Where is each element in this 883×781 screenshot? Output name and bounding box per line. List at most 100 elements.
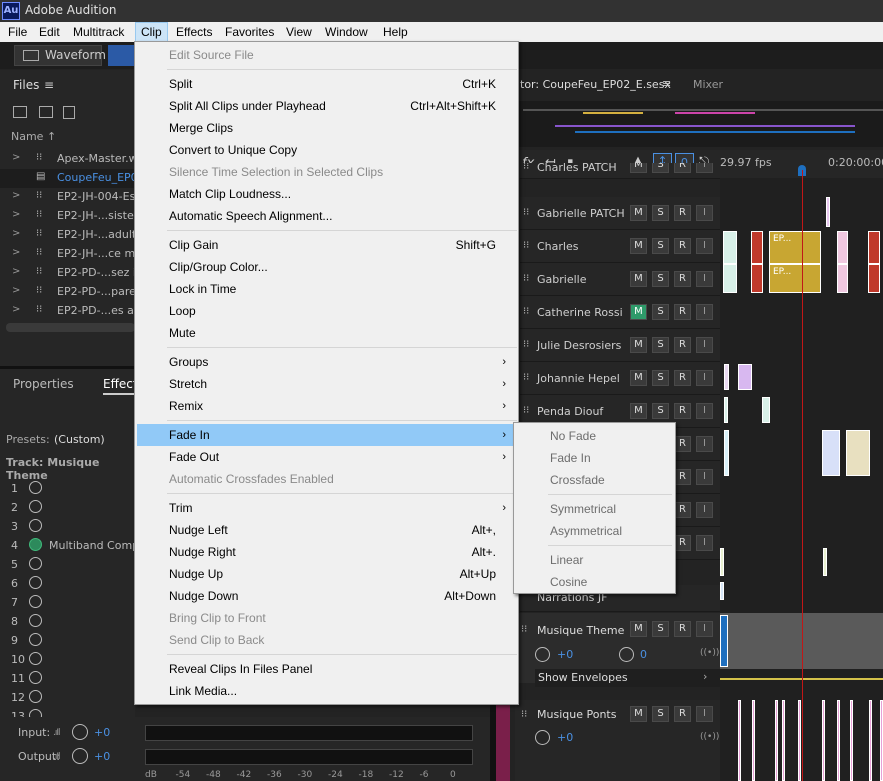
- record-button[interactable]: R: [674, 205, 691, 221]
- menu-item-edit-source-file[interactable]: Edit Source File: [137, 44, 516, 66]
- menu-item-nudge-right[interactable]: Nudge Right Alt+.: [137, 541, 516, 563]
- menu-item-split-all-clips-under-playhead[interactable]: Split All Clips under Playhead Ctrl+Alt+S…: [137, 95, 516, 117]
- power-icon[interactable]: [29, 481, 42, 494]
- solo-button[interactable]: S: [652, 403, 669, 419]
- audio-clip[interactable]: [762, 397, 770, 423]
- effect-slot[interactable]: 1: [0, 479, 135, 498]
- menu-clip[interactable]: Clip: [135, 22, 168, 42]
- audio-clip[interactable]: [720, 548, 724, 576]
- mute-button[interactable]: M: [630, 205, 647, 221]
- audio-clip[interactable]: [837, 231, 848, 264]
- file-row[interactable]: ▤ CoupeFeu_EP02: [0, 169, 145, 188]
- solo-button[interactable]: S: [652, 205, 669, 221]
- menu-item-fade-in[interactable]: Fade In ›: [137, 424, 516, 446]
- record-button[interactable]: R: [674, 238, 691, 254]
- record-button[interactable]: R: [674, 370, 691, 386]
- audio-clip[interactable]: [738, 700, 741, 781]
- file-row[interactable]: > ⁝⁝ EP2-JH-...ce mys: [0, 245, 147, 264]
- menu-item-automatic-speech-alignment[interactable]: Automatic Speech Alignment...: [137, 205, 516, 227]
- input-monitor-button[interactable]: I: [696, 205, 713, 221]
- audio-clip[interactable]: [822, 700, 825, 781]
- menu-item-send-clip-to-back[interactable]: Send Clip to Back: [137, 629, 516, 651]
- file-row[interactable]: > ⁝⁝ Apex-Master.wa: [0, 150, 144, 169]
- expand-icon[interactable]: >: [12, 266, 20, 277]
- files-scrollbar[interactable]: [6, 323, 135, 332]
- track-header[interactable]: ⁝⁝ Gabrielle M S R I: [520, 263, 720, 296]
- solo-button[interactable]: S: [652, 370, 669, 386]
- record-button[interactable]: R: [674, 403, 691, 419]
- menu-item-clip-group-color[interactable]: Clip/Group Color...: [137, 256, 516, 278]
- track-header[interactable]: ⁝⁝ Catherine Rossi M S R I: [520, 296, 720, 329]
- input-monitor-button[interactable]: I: [696, 271, 713, 287]
- audio-clip[interactable]: [868, 231, 880, 264]
- input-monitor-button[interactable]: I: [696, 436, 713, 452]
- audio-clip[interactable]: [723, 231, 737, 264]
- show-envelopes-row[interactable]: Show Envelopes ›: [535, 669, 720, 687]
- track-header[interactable]: ⁝⁝ Johannie Hepel M S R I: [520, 362, 720, 395]
- submenu-item-no-fade[interactable]: No Fade: [516, 425, 675, 447]
- submenu-item-linear[interactable]: Linear: [516, 549, 675, 571]
- new-file-icon[interactable]: [63, 106, 75, 119]
- name-column-header[interactable]: Name ↑: [11, 130, 56, 143]
- track-name[interactable]: Musique Theme: [537, 624, 624, 637]
- menu-item-loop[interactable]: Loop: [137, 300, 516, 322]
- menu-item-bring-clip-to-front[interactable]: Bring Clip to Front: [137, 607, 516, 629]
- record-button[interactable]: R: [674, 502, 691, 518]
- mixer-tab[interactable]: Mixer: [693, 78, 723, 91]
- menu-item-link-media[interactable]: Link Media...: [137, 680, 516, 702]
- record-button[interactable]: R: [674, 621, 691, 637]
- effect-slot[interactable]: 5: [0, 555, 135, 574]
- menu-item-groups[interactable]: Groups ›: [137, 351, 516, 373]
- audio-clip[interactable]: [751, 231, 763, 264]
- input-monitor-button[interactable]: I: [696, 304, 713, 320]
- menu-help[interactable]: Help: [378, 22, 413, 42]
- audio-clip[interactable]: [775, 700, 778, 781]
- pan-knob[interactable]: [619, 647, 634, 662]
- power-icon[interactable]: [29, 557, 42, 570]
- input-monitor-button[interactable]: I: [696, 469, 713, 485]
- track-name[interactable]: Musique Ponts: [537, 708, 616, 721]
- power-icon[interactable]: [29, 614, 42, 627]
- audio-clip[interactable]: [751, 264, 763, 293]
- files-panel-title[interactable]: Files: [13, 78, 39, 92]
- input-monitor-button[interactable]: I: [696, 403, 713, 419]
- audio-clip[interactable]: [724, 430, 729, 476]
- record-button[interactable]: R: [674, 706, 691, 722]
- menu-item-merge-clips[interactable]: Merge Clips: [137, 117, 516, 139]
- track-header[interactable]: ⁝⁝ Gabrielle PATCH M S R I: [520, 197, 720, 230]
- audio-clip[interactable]: [837, 700, 840, 781]
- expand-icon[interactable]: >: [12, 152, 20, 163]
- menu-item-mute[interactable]: Mute: [137, 322, 516, 344]
- clip-musique-theme[interactable]: [720, 615, 728, 667]
- power-icon[interactable]: [29, 500, 42, 513]
- file-row[interactable]: > ⁝⁝ EP2-PD-...es aur: [0, 302, 145, 321]
- expand-icon[interactable]: >: [12, 228, 20, 239]
- input-value[interactable]: +0: [94, 726, 110, 739]
- menu-item-nudge-down[interactable]: Nudge Down Alt+Down: [137, 585, 516, 607]
- menu-item-clip-gain[interactable]: Clip Gain Shift+G: [137, 234, 516, 256]
- record-button[interactable]: R: [674, 535, 691, 551]
- output-value[interactable]: +0: [94, 750, 110, 763]
- record-button[interactable]: R: [674, 337, 691, 353]
- menu-favorites[interactable]: Favorites: [220, 22, 279, 42]
- playhead-line[interactable]: [802, 170, 803, 781]
- audio-clip[interactable]: [837, 264, 848, 293]
- record-button[interactable]: R: [674, 304, 691, 320]
- audio-clip[interactable]: [850, 700, 853, 781]
- input-monitor-button[interactable]: I: [696, 163, 713, 173]
- volume-value[interactable]: +0: [557, 731, 573, 744]
- solo-button[interactable]: S: [652, 238, 669, 254]
- solo-button[interactable]: S: [652, 621, 669, 637]
- power-icon[interactable]: [29, 595, 42, 608]
- submenu-item-fade-in[interactable]: Fade In: [516, 447, 675, 469]
- effect-slot[interactable]: 4 Multiband Compr: [0, 536, 144, 555]
- audio-clip[interactable]: [869, 700, 872, 781]
- audio-clip[interactable]: [846, 430, 870, 476]
- menu-item-fade-out[interactable]: Fade Out ›: [137, 446, 516, 468]
- effect-slot[interactable]: 7: [0, 593, 135, 612]
- pan-value[interactable]: 0: [640, 648, 647, 661]
- audio-clip[interactable]: [798, 700, 801, 781]
- effect-slot[interactable]: 12: [0, 688, 135, 707]
- menu-file[interactable]: File: [3, 22, 32, 42]
- menu-item-automatic-crossfades-enabled[interactable]: Automatic Crossfades Enabled: [137, 468, 516, 490]
